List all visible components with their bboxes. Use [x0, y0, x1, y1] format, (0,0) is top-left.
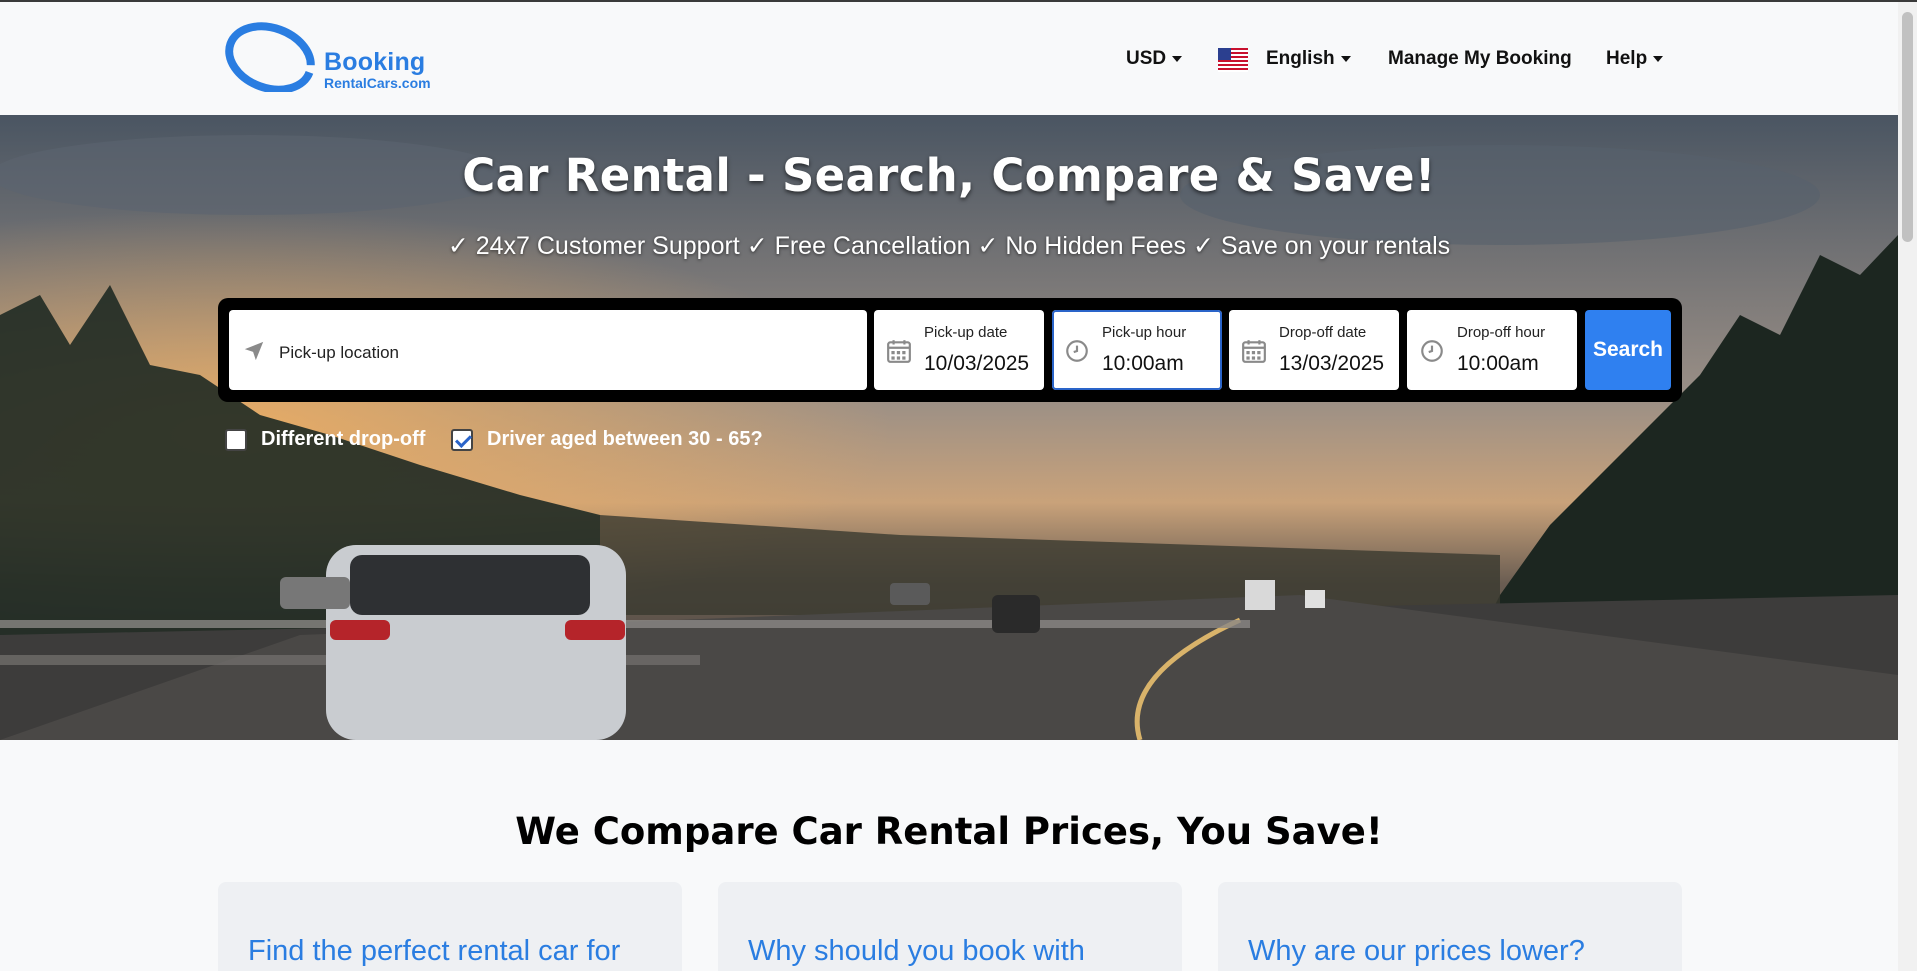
site-logo[interactable]: Booking RentalCars.com — [220, 18, 440, 98]
pickup-location-input[interactable]: Pick-up location — [279, 343, 399, 363]
driver-age-checkbox[interactable] — [451, 428, 473, 451]
dropoff-hour-label: Drop-off hour — [1457, 324, 1546, 341]
chevron-down-icon — [1653, 56, 1664, 62]
dropoff-date-label: Drop-off date — [1279, 324, 1367, 341]
info-card-title: Why should you book with — [748, 935, 1085, 967]
pickup-date-value: 10/03/2025 — [924, 352, 1030, 375]
logo-ring-icon — [225, 22, 315, 92]
window-top-border — [0, 0, 1917, 2]
different-dropoff-option[interactable]: Different drop-off — [225, 428, 425, 451]
dropoff-date-value: 13/03/2025 — [1279, 352, 1385, 375]
search-form: Pick-up location Pick-up date 10/03/2025 — [218, 298, 1682, 402]
language-label: English — [1266, 48, 1335, 69]
brand-domain: RentalCars.com — [324, 75, 431, 91]
page-scrollbar[interactable] — [1898, 2, 1917, 971]
driver-age-option[interactable]: Driver aged between 30 - 65? — [451, 428, 763, 451]
info-card: Why are our prices lower? — [1218, 882, 1682, 971]
info-card-title: Why are our prices lower? — [1248, 935, 1585, 967]
manage-booking-label: Manage My Booking — [1388, 48, 1572, 69]
driver-age-label: Driver aged between 30 - 65? — [487, 428, 763, 450]
help-menu[interactable]: Help — [1606, 46, 1664, 72]
us-flag-icon — [1218, 48, 1248, 72]
clock-icon — [1066, 340, 1088, 362]
currency-selector[interactable]: USD — [1126, 46, 1183, 72]
location-arrow-icon — [244, 341, 264, 361]
pickup-date-label: Pick-up date — [924, 324, 1008, 341]
pickup-date-field[interactable]: Pick-up date 10/03/2025 — [874, 310, 1044, 390]
chevron-down-icon — [1340, 56, 1351, 62]
info-card: Why should you book with — [718, 882, 1182, 971]
dropoff-hour-value: 10:00am — [1457, 352, 1539, 375]
calendar-icon — [1242, 340, 1266, 363]
site-header: Booking RentalCars.com USD English Manag… — [0, 2, 1898, 115]
pickup-hour-label: Pick-up hour — [1102, 324, 1187, 341]
page: Booking RentalCars.com USD English Manag… — [0, 0, 1898, 971]
pickup-hour-value: 10:00am — [1102, 352, 1184, 375]
pickup-hour-field[interactable]: Pick-up hour 10:00am — [1052, 310, 1222, 390]
info-card-title: Find the perfect rental car for — [248, 935, 621, 967]
different-dropoff-checkbox[interactable] — [225, 428, 247, 451]
section-title: We Compare Car Rental Prices, You Save! — [515, 810, 1383, 853]
language-selector[interactable]: English — [1266, 46, 1351, 72]
clock-icon — [1421, 340, 1443, 362]
help-label: Help — [1606, 48, 1648, 69]
info-card: Find the perfect rental car for — [218, 882, 682, 971]
search-button[interactable]: Search — [1585, 310, 1671, 390]
chevron-down-icon — [1172, 56, 1183, 62]
different-dropoff-label: Different drop-off — [261, 428, 426, 450]
hero-subtitle: ✓ 24x7 Customer Support ✓ Free Cancellat… — [447, 232, 1451, 260]
hero-banner: Car Rental - Search, Compare & Save! ✓ 2… — [0, 115, 1898, 740]
scrollbar-thumb[interactable] — [1902, 12, 1913, 242]
hero-title: Car Rental - Search, Compare & Save! — [462, 149, 1436, 202]
dropoff-hour-field[interactable]: Drop-off hour 10:00am — [1407, 310, 1577, 390]
calendar-icon — [887, 340, 911, 363]
manage-booking-link[interactable]: Manage My Booking — [1388, 46, 1572, 72]
brand-name: Booking — [324, 48, 426, 76]
pickup-location-field[interactable]: Pick-up location — [229, 310, 867, 390]
dropoff-date-field[interactable]: Drop-off date 13/03/2025 — [1229, 310, 1399, 390]
currency-label: USD — [1126, 48, 1167, 69]
